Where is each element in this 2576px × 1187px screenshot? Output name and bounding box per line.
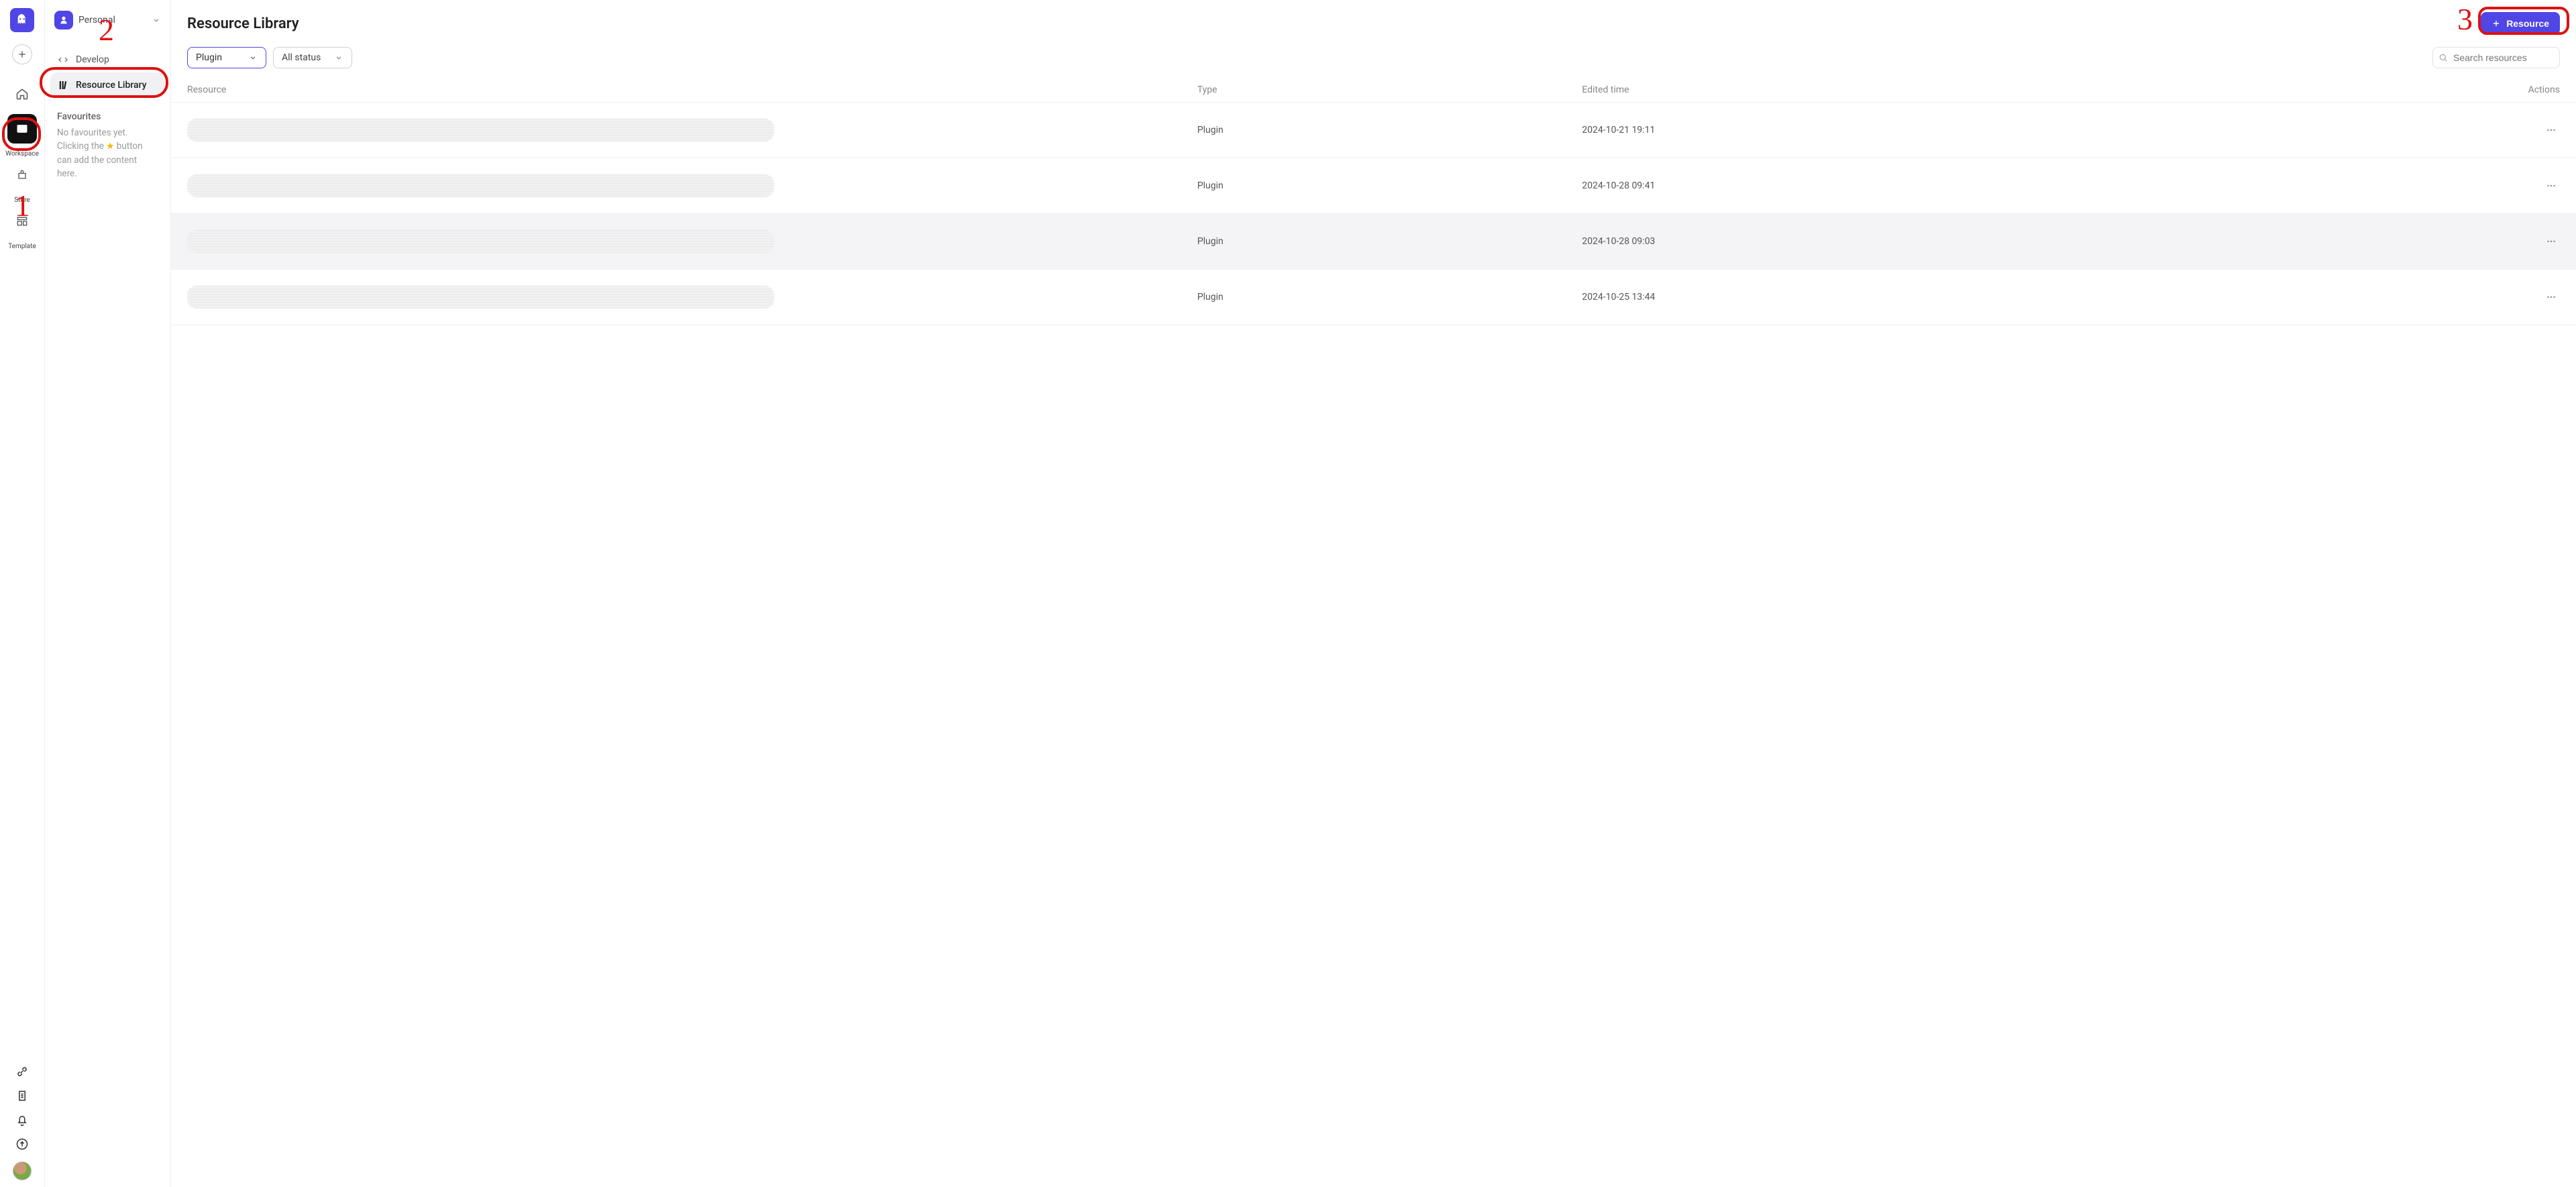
sidebar-link-develop[interactable]: Develop bbox=[50, 47, 165, 72]
cell-edited: 2024-10-21 19:11 bbox=[1566, 103, 2288, 158]
cell-edited: 2024-10-28 09:03 bbox=[1566, 214, 2288, 270]
row-actions-button[interactable] bbox=[2542, 288, 2560, 306]
row-actions-button[interactable] bbox=[2542, 233, 2560, 250]
sidebar-link-label: Develop bbox=[76, 54, 109, 65]
cell-type: Plugin bbox=[1181, 103, 1566, 158]
cell-type: Plugin bbox=[1181, 158, 1566, 214]
cell-resource bbox=[171, 103, 1181, 158]
code-icon bbox=[57, 54, 69, 66]
row-actions-button[interactable] bbox=[2542, 177, 2560, 194]
sidebar-link-label: Resource Library bbox=[76, 80, 147, 91]
connection-icon[interactable] bbox=[15, 1065, 29, 1078]
filter-type-select[interactable]: Plugin bbox=[187, 47, 266, 68]
rail-item-store[interactable] bbox=[7, 160, 37, 190]
layout-icon bbox=[15, 215, 29, 228]
table-row[interactable]: Plugin2024-10-21 19:11 bbox=[171, 103, 2576, 158]
workspace-name: Personal bbox=[78, 15, 115, 25]
cell-resource bbox=[171, 270, 1181, 325]
plus-icon bbox=[17, 49, 28, 60]
table-row[interactable]: Plugin2024-10-25 13:44 bbox=[171, 270, 2576, 325]
favourites-heading: Favourites bbox=[50, 111, 165, 126]
star-icon: ★ bbox=[106, 141, 114, 152]
rail-label-template: Template bbox=[2, 243, 42, 250]
search-input[interactable] bbox=[2432, 47, 2560, 68]
library-icon bbox=[57, 79, 69, 91]
new-button[interactable] bbox=[12, 44, 32, 64]
plus-icon bbox=[2491, 19, 2501, 28]
table-row[interactable]: Plugin2024-10-28 09:41 bbox=[171, 158, 2576, 214]
col-resource: Resource bbox=[171, 78, 1181, 103]
cell-type: Plugin bbox=[1181, 214, 1566, 270]
chevron-down-icon bbox=[248, 53, 258, 62]
dots-icon bbox=[2545, 291, 2557, 303]
rail-item-workspace[interactable] bbox=[7, 114, 37, 144]
redacted-text bbox=[187, 286, 774, 308]
person-icon bbox=[54, 11, 73, 30]
table-row[interactable]: Plugin2024-10-28 09:03 bbox=[171, 214, 2576, 270]
doc-icon[interactable] bbox=[15, 1089, 29, 1103]
robot-icon bbox=[15, 168, 29, 182]
chevron-down-icon bbox=[334, 53, 343, 62]
sidebar-link-resource-library[interactable]: Resource Library bbox=[50, 72, 165, 98]
rail-label-workspace: Workspace bbox=[2, 150, 42, 158]
filter-status-select[interactable]: All status bbox=[273, 47, 352, 68]
add-resource-button[interactable]: Resource bbox=[2481, 12, 2560, 35]
main: Resource Library Resource Plugin All sta… bbox=[171, 0, 2576, 1187]
cell-edited: 2024-10-28 09:41 bbox=[1566, 158, 2288, 214]
favourites-empty: No favourites yet. Clicking the ★ button… bbox=[50, 126, 165, 180]
sidebar: Personal Develop Resource Library Favour… bbox=[45, 0, 171, 1187]
left-rail: Workspace Store Template 1 bbox=[0, 0, 45, 1187]
dots-icon bbox=[2545, 124, 2557, 136]
bell-icon[interactable] bbox=[15, 1113, 29, 1127]
cell-resource bbox=[171, 214, 1181, 270]
row-actions-button[interactable] bbox=[2542, 121, 2560, 139]
redacted-text bbox=[187, 230, 774, 253]
col-type: Type bbox=[1181, 78, 1566, 103]
dots-icon bbox=[2545, 180, 2557, 192]
user-avatar[interactable] bbox=[13, 1162, 32, 1180]
redacted-text bbox=[187, 119, 774, 142]
app-logo[interactable] bbox=[10, 8, 34, 32]
rail-label-store: Store bbox=[2, 196, 42, 204]
cell-type: Plugin bbox=[1181, 270, 1566, 325]
cell-edited: 2024-10-25 13:44 bbox=[1566, 270, 2288, 325]
home-icon bbox=[15, 87, 29, 101]
rail-item-template[interactable] bbox=[7, 207, 37, 236]
ghost-icon bbox=[15, 13, 30, 27]
col-edited: Edited time bbox=[1566, 78, 2288, 103]
resource-table: Resource Type Edited time Actions Plugin… bbox=[171, 78, 2576, 325]
chevron-down-icon bbox=[152, 15, 161, 25]
col-actions: Actions bbox=[2288, 78, 2576, 103]
page-title: Resource Library bbox=[187, 15, 299, 32]
terminal-icon bbox=[15, 122, 29, 135]
workspace-picker[interactable]: Personal bbox=[50, 8, 165, 32]
redacted-text bbox=[187, 174, 774, 197]
upload-icon[interactable] bbox=[15, 1137, 29, 1151]
rail-item-home[interactable] bbox=[7, 79, 37, 109]
dots-icon bbox=[2545, 235, 2557, 247]
cell-resource bbox=[171, 158, 1181, 214]
search-icon bbox=[2438, 52, 2449, 63]
